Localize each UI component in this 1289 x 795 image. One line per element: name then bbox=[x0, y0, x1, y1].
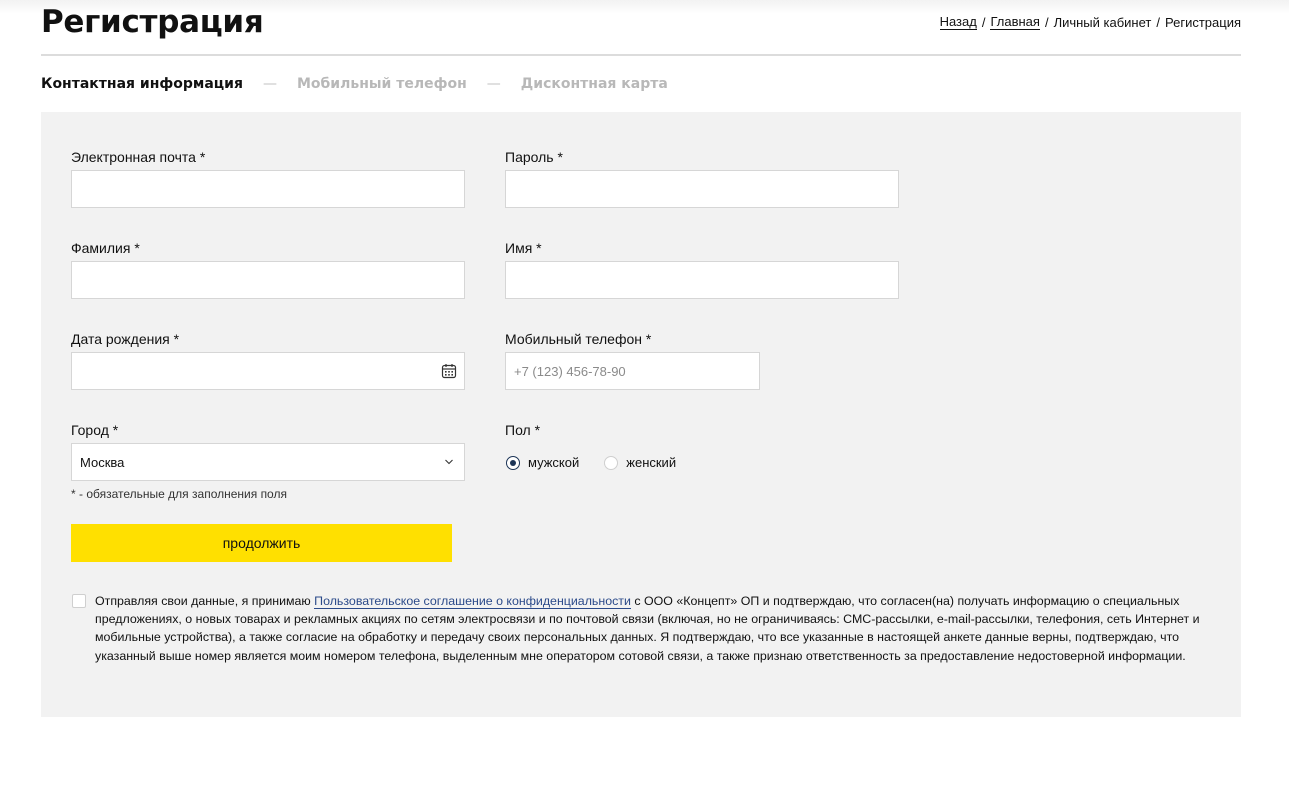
step-separator: — bbox=[262, 76, 277, 92]
email-input[interactable] bbox=[71, 170, 465, 208]
city-select[interactable]: Москва bbox=[71, 443, 465, 481]
gender-female-radio[interactable] bbox=[604, 455, 619, 470]
consent-text: Отправляя свои данные, я принимаю Пользо… bbox=[95, 592, 1215, 665]
gender-male-label[interactable]: мужской bbox=[528, 455, 579, 470]
registration-steps: Контактная информация — Мобильный телефо… bbox=[41, 76, 668, 92]
gender-female-label[interactable]: женский bbox=[626, 455, 676, 470]
city-select-value: Москва bbox=[80, 454, 125, 470]
breadcrumb-current: Регистрация bbox=[1165, 14, 1241, 30]
birth-date-input[interactable] bbox=[71, 352, 465, 390]
breadcrumb: Назад / Главная / Личный кабинет / Регис… bbox=[939, 14, 1241, 30]
header-divider bbox=[41, 54, 1241, 56]
gender-label: Пол * bbox=[505, 422, 541, 438]
continue-button[interactable]: продолжить bbox=[71, 524, 452, 562]
chevron-down-icon bbox=[445, 459, 453, 465]
breadcrumb-back-link[interactable]: Назад bbox=[939, 14, 977, 30]
last-name-label: Фамилия * bbox=[71, 240, 140, 256]
breadcrumb-account: Личный кабинет bbox=[1053, 14, 1152, 30]
breadcrumb-separator: / bbox=[981, 14, 986, 30]
first-name-input[interactable] bbox=[505, 261, 899, 299]
phone-input[interactable] bbox=[505, 352, 760, 390]
phone-label: Мобильный телефон * bbox=[505, 331, 652, 347]
gender-male-radio[interactable] bbox=[506, 455, 520, 470]
first-name-label: Имя * bbox=[505, 240, 542, 256]
calendar-icon[interactable] bbox=[441, 363, 457, 379]
email-label: Электронная почта * bbox=[71, 149, 206, 165]
city-label: Город * bbox=[71, 422, 119, 438]
step-discount-card: Дисконтная карта bbox=[520, 76, 668, 92]
breadcrumb-home-link[interactable]: Главная bbox=[990, 14, 1040, 30]
step-separator: — bbox=[486, 76, 501, 92]
password-input[interactable] bbox=[505, 170, 899, 208]
gender-radio-group: мужской женский bbox=[506, 455, 701, 470]
registration-form-panel: Электронная почта * Пароль * Фамилия * И… bbox=[41, 112, 1241, 717]
privacy-agreement-link[interactable]: Пользовательское соглашение о конфиденци… bbox=[314, 594, 631, 609]
birth-date-label: Дата рождения * bbox=[71, 331, 180, 347]
page-title: Регистрация bbox=[41, 4, 264, 40]
password-label: Пароль * bbox=[505, 149, 563, 165]
step-mobile-phone: Мобильный телефон bbox=[296, 76, 467, 92]
breadcrumb-separator: / bbox=[1044, 14, 1049, 30]
required-fields-note: * - обязательные для заполнения поля bbox=[71, 487, 287, 501]
breadcrumb-separator: / bbox=[1156, 14, 1160, 30]
consent-checkbox[interactable] bbox=[72, 594, 86, 608]
consent-text-before: Отправляя свои данные, я принимаю bbox=[95, 594, 315, 608]
last-name-input[interactable] bbox=[71, 261, 465, 299]
step-contact-info: Контактная информация bbox=[41, 76, 243, 92]
